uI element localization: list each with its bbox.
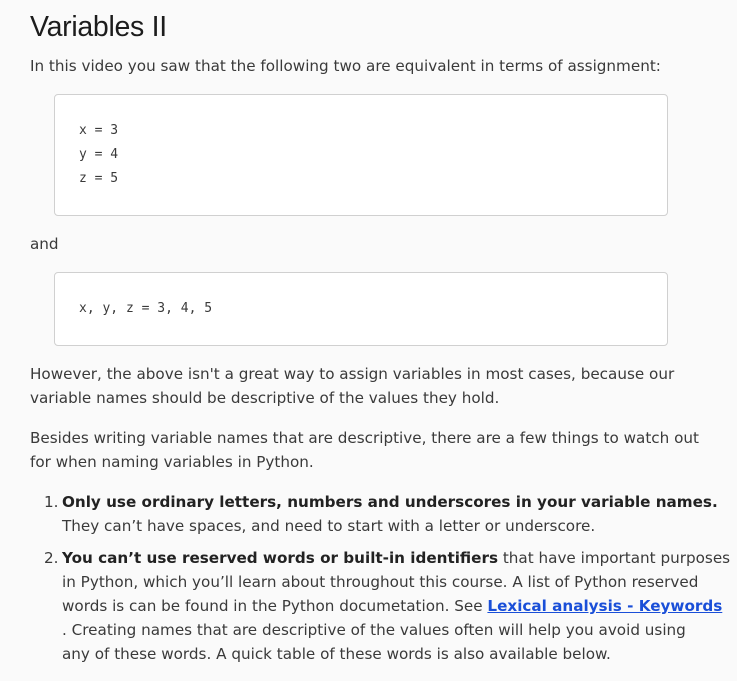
code-line: x = 3 bbox=[79, 123, 119, 138]
code-line: z = 5 bbox=[79, 171, 119, 186]
list-item-line: . Creating names that are descriptive of… bbox=[62, 621, 686, 639]
page-title: Variables II bbox=[30, 11, 167, 43]
list-item-line: Only use ordinary letters, numbers and u… bbox=[62, 490, 718, 514]
list-item-line: They can’t have spaces, and need to star… bbox=[62, 517, 596, 535]
list-item-line: in Python, which you’ll learn about thro… bbox=[62, 573, 699, 591]
besides-paragraph-line: Besides writing variable names that are … bbox=[30, 429, 699, 447]
however-paragraph-line: variable names should be descriptive of … bbox=[30, 389, 500, 407]
rule-text: words is can be found in the Python docu… bbox=[62, 597, 488, 615]
list-item-line: You can’t use reserved words or built-in… bbox=[62, 546, 730, 570]
list-number: 1. bbox=[44, 493, 59, 511]
intro-paragraph: In this video you saw that the following… bbox=[30, 57, 661, 75]
rule-bold-text: Only use ordinary letters, numbers and u… bbox=[62, 493, 718, 511]
lexical-analysis-keywords-link[interactable]: Lexical analysis - Keywords bbox=[487, 597, 722, 615]
rule-text: that have important purposes bbox=[498, 549, 731, 567]
code-line: y = 4 bbox=[79, 147, 119, 162]
code-line: x, y, z = 3, 4, 5 bbox=[79, 301, 213, 316]
code-block-multiple-assignment: x, y, z = 3, 4, 5 bbox=[54, 272, 668, 346]
besides-paragraph-line: for when naming variables in Python. bbox=[30, 453, 314, 471]
and-text: and bbox=[30, 235, 59, 253]
however-paragraph-line: However, the above isn't a great way to … bbox=[30, 365, 675, 383]
list-item-line: any of these words. A quick table of the… bbox=[62, 645, 611, 663]
list-number: 2. bbox=[44, 549, 59, 567]
rule-bold-text: You can’t use reserved words or built-in… bbox=[62, 549, 499, 567]
list-item-line: words is can be found in the Python docu… bbox=[62, 594, 722, 618]
code-block-separate-assignments: x = 3 y = 4 z = 5 bbox=[54, 94, 668, 216]
